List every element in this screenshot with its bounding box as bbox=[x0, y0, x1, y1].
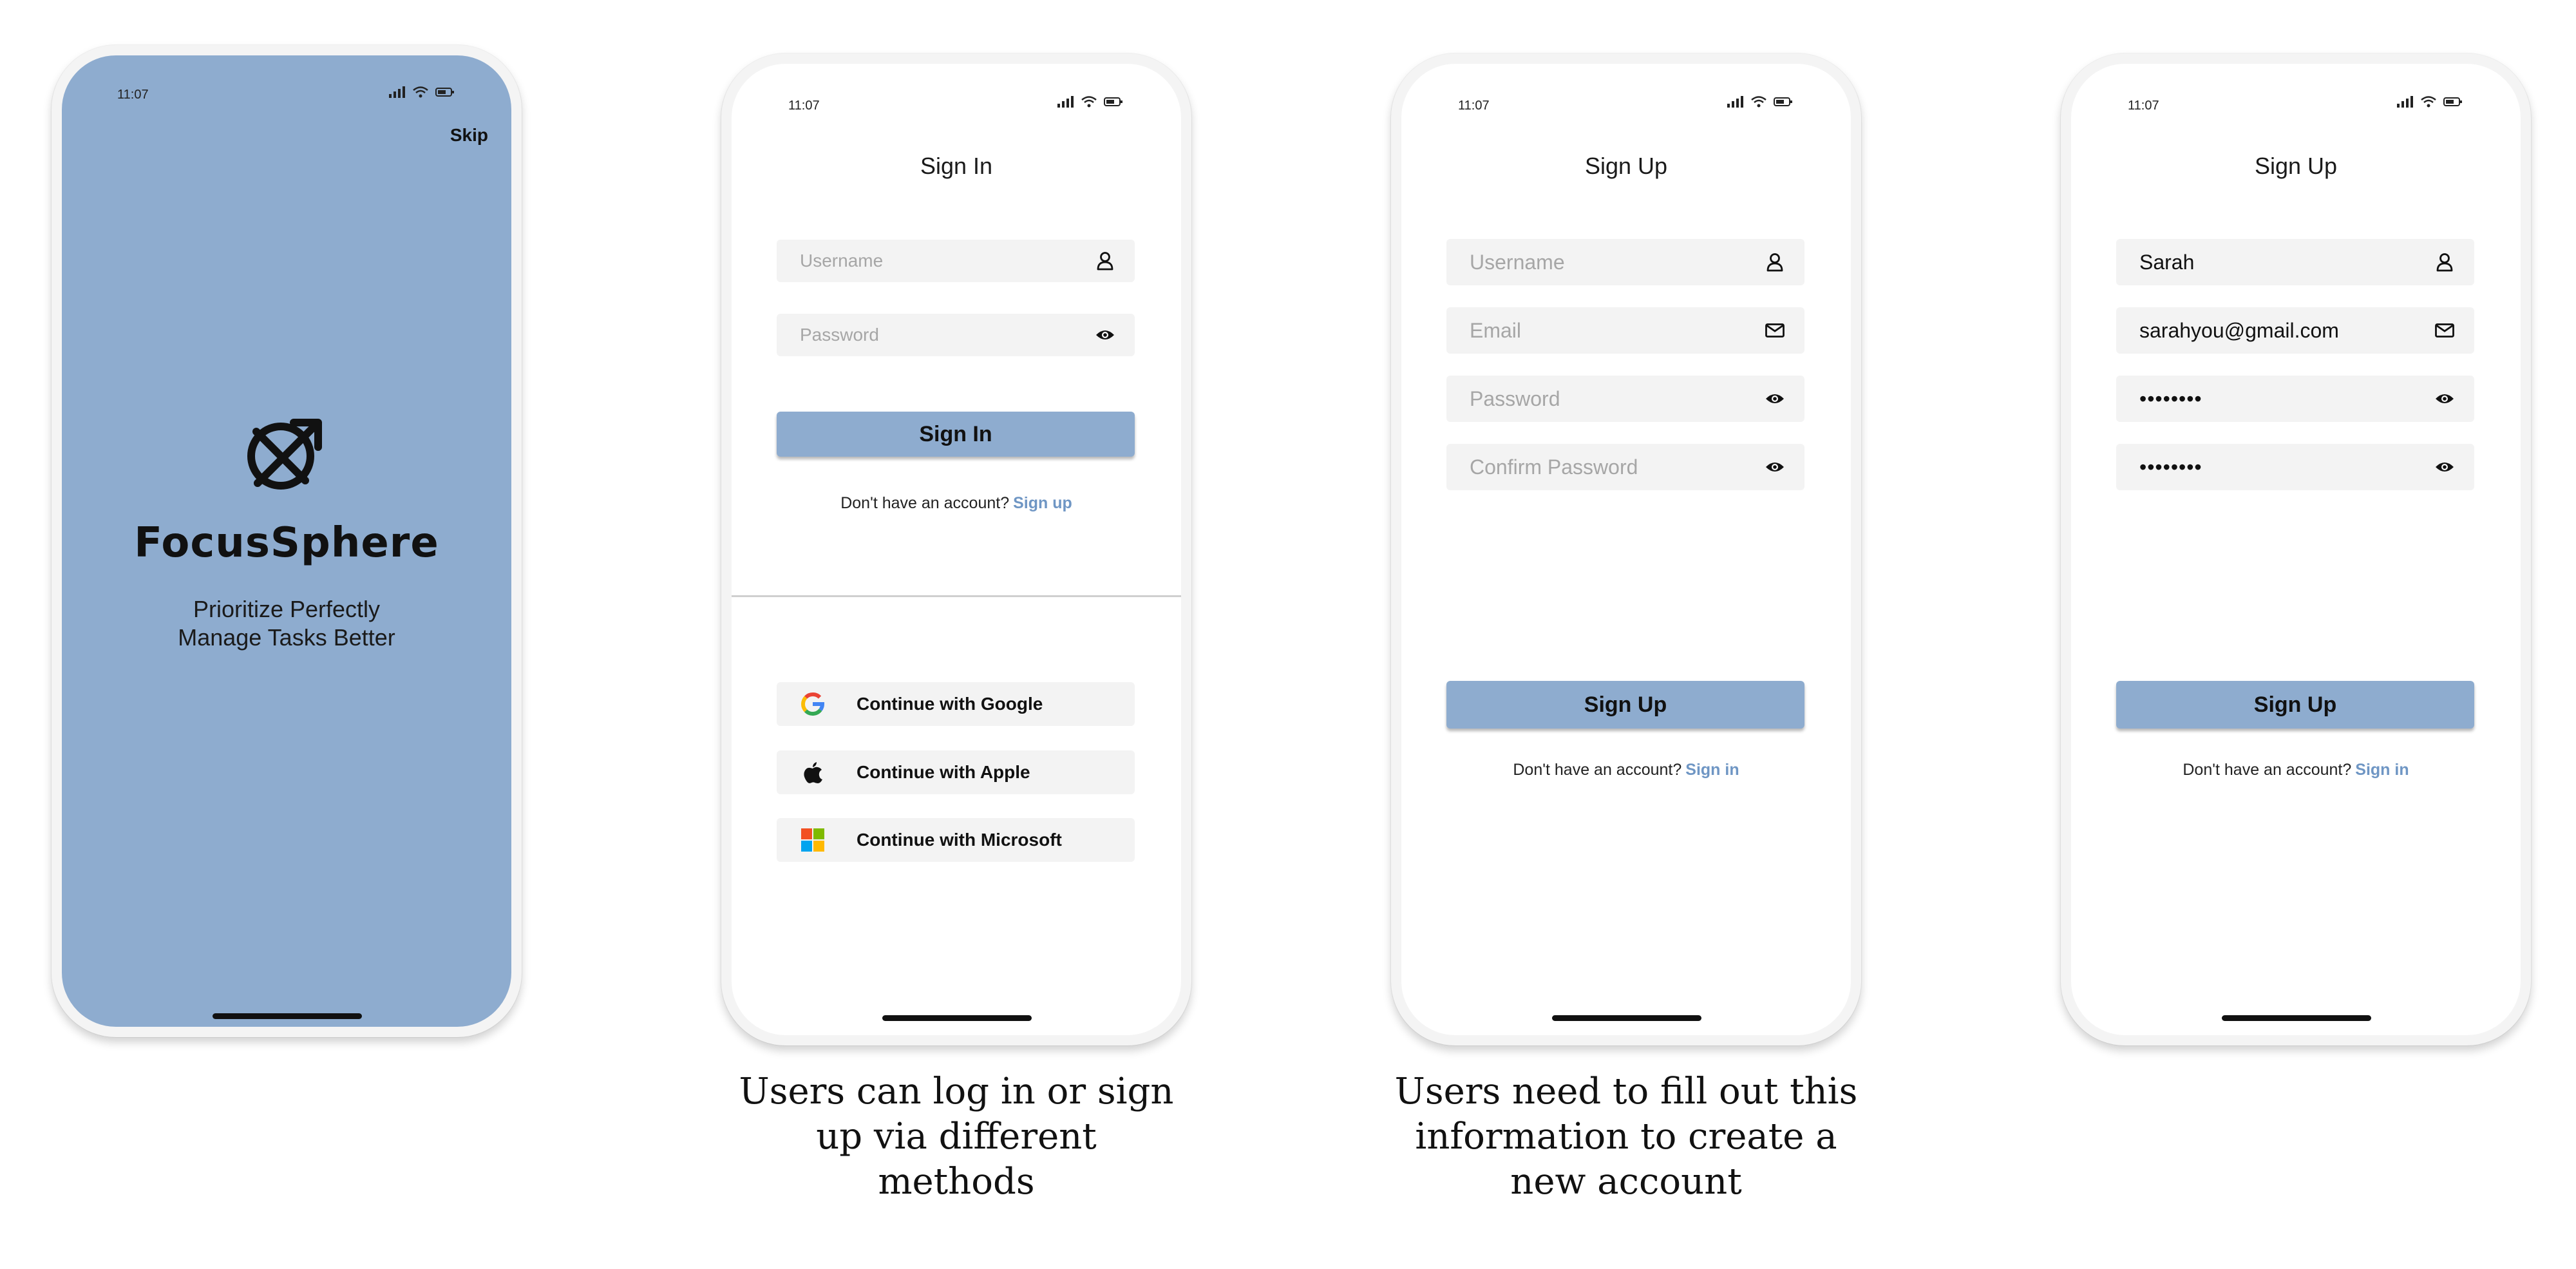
microsoft-icon bbox=[800, 827, 826, 853]
battery-icon bbox=[2443, 97, 2462, 106]
confirm-password-field[interactable]: •••••••• bbox=[2116, 444, 2474, 490]
home-indicator bbox=[2222, 1015, 2371, 1021]
google-button-label: Continue with Google bbox=[857, 694, 1043, 714]
sign-up-screen-phone: 11:07 Sign Up Username Email Password Co… bbox=[1391, 53, 1861, 1045]
tagline-line-2: Manage Tasks Better bbox=[178, 624, 395, 651]
password-value: •••••••• bbox=[2139, 386, 2202, 410]
sign-in-link[interactable]: Sign in bbox=[2355, 761, 2409, 779]
email-placeholder: Email bbox=[1470, 318, 1522, 342]
status-icons bbox=[1057, 96, 1123, 108]
prompt-text: Don't have an account? bbox=[1513, 761, 1682, 779]
eye-icon[interactable] bbox=[1765, 457, 1785, 477]
sign-up-caption: Users need to fill out this information … bbox=[1394, 1071, 1858, 1203]
signal-icon bbox=[2397, 96, 2413, 108]
tagline: Prioritize Perfectly Manage Tasks Better bbox=[62, 595, 511, 652]
sign-up-link[interactable]: Sign up bbox=[1013, 494, 1072, 512]
eye-icon[interactable] bbox=[1095, 325, 1115, 345]
sign-up-prompt: Don't have an account? Sign up bbox=[732, 494, 1181, 513]
sign-in-link[interactable]: Sign in bbox=[1685, 761, 1739, 779]
focussphere-logo-icon bbox=[247, 419, 322, 490]
password-field[interactable]: Password bbox=[777, 314, 1135, 356]
confirm-password-field[interactable]: Confirm Password bbox=[1446, 444, 1804, 490]
prompt-text: Don't have an account? bbox=[2183, 761, 2352, 779]
username-placeholder: Username bbox=[1470, 250, 1565, 274]
divider bbox=[732, 595, 1181, 597]
wifi-icon bbox=[1081, 96, 1097, 108]
wifi-icon bbox=[1751, 96, 1766, 108]
mail-icon bbox=[2434, 320, 2455, 341]
sign-up-button[interactable]: Sign Up bbox=[1446, 681, 1804, 729]
sign-in-button[interactable]: Sign In bbox=[777, 412, 1135, 457]
password-placeholder: Password bbox=[1470, 386, 1560, 410]
username-field[interactable]: Username bbox=[777, 240, 1135, 282]
username-placeholder: Username bbox=[800, 251, 884, 271]
status-time: 11:07 bbox=[1458, 99, 1490, 113]
tagline-line-1: Prioritize Perfectly bbox=[193, 596, 381, 622]
email-field[interactable]: Email bbox=[1446, 307, 1804, 354]
mail-icon bbox=[1765, 320, 1785, 341]
sign-in-caption: Users can log in or sign up via differen… bbox=[739, 1071, 1174, 1203]
user-icon bbox=[1095, 251, 1115, 271]
username-value: Sarah bbox=[2139, 250, 2195, 274]
status-time: 11:07 bbox=[788, 99, 820, 113]
signal-icon bbox=[1057, 96, 1074, 108]
apple-button-label: Continue with Apple bbox=[857, 762, 1030, 782]
google-icon bbox=[800, 691, 826, 717]
eye-icon[interactable] bbox=[1765, 388, 1785, 409]
password-placeholder: Password bbox=[800, 325, 879, 345]
sign-in-prompt: Don't have an account? Sign in bbox=[2071, 761, 2521, 779]
password-field[interactable]: •••••••• bbox=[2116, 376, 2474, 422]
user-icon bbox=[1765, 252, 1785, 272]
page-title: Sign In bbox=[920, 153, 993, 179]
sign-in-prompt: Don't have an account? Sign in bbox=[1401, 761, 1851, 779]
splash-screen-phone: 11:07 Skip FocusSphere Prioritize Perfec… bbox=[52, 45, 522, 1037]
battery-icon bbox=[1774, 97, 1792, 106]
battery-icon bbox=[1104, 97, 1122, 106]
continue-with-apple-button[interactable]: Continue with Apple bbox=[777, 750, 1135, 794]
continue-with-google-button[interactable]: Continue with Google bbox=[777, 682, 1135, 726]
continue-with-microsoft-button[interactable]: Continue with Microsoft bbox=[777, 818, 1135, 862]
prompt-text: Don't have an account? bbox=[840, 494, 1010, 512]
microsoft-button-label: Continue with Microsoft bbox=[857, 830, 1062, 850]
home-indicator bbox=[882, 1015, 1032, 1021]
home-indicator bbox=[1552, 1015, 1701, 1021]
apple-icon bbox=[800, 759, 826, 785]
sign-up-button[interactable]: Sign Up bbox=[2116, 681, 2474, 729]
status-icons bbox=[389, 86, 455, 98]
sign-up-filled-screen-phone: 11:07 Sign Up Sarah sarahyou@gmail.com •… bbox=[2061, 53, 2531, 1045]
status-icons bbox=[1727, 96, 1793, 108]
status-time: 11:07 bbox=[2128, 99, 2159, 113]
battery-icon bbox=[435, 88, 454, 97]
sign-in-screen-phone: 11:07 Sign In Username Password Sign In … bbox=[721, 53, 1191, 1045]
eye-icon[interactable] bbox=[2434, 457, 2455, 477]
signal-icon bbox=[389, 86, 405, 98]
status-time: 11:07 bbox=[117, 88, 149, 102]
wifi-icon bbox=[413, 86, 428, 98]
username-field[interactable]: Sarah bbox=[2116, 239, 2474, 285]
status-icons bbox=[2397, 96, 2463, 108]
confirm-password-placeholder: Confirm Password bbox=[1470, 455, 1638, 479]
home-indicator bbox=[213, 1013, 362, 1019]
email-value: sarahyou@gmail.com bbox=[2139, 318, 2339, 342]
page-title: Sign Up bbox=[1584, 153, 1668, 179]
username-field[interactable]: Username bbox=[1446, 239, 1804, 285]
password-field[interactable]: Password bbox=[1446, 376, 1804, 422]
skip-button[interactable]: Skip bbox=[450, 125, 488, 146]
confirm-password-value: •••••••• bbox=[2139, 455, 2202, 479]
page-title: Sign Up bbox=[2254, 153, 2338, 179]
user-icon bbox=[2434, 252, 2455, 272]
eye-icon[interactable] bbox=[2434, 388, 2455, 409]
signal-icon bbox=[1727, 96, 1743, 108]
brand-name: FocusSphere bbox=[134, 519, 439, 567]
wifi-icon bbox=[2421, 96, 2436, 108]
email-field[interactable]: sarahyou@gmail.com bbox=[2116, 307, 2474, 354]
